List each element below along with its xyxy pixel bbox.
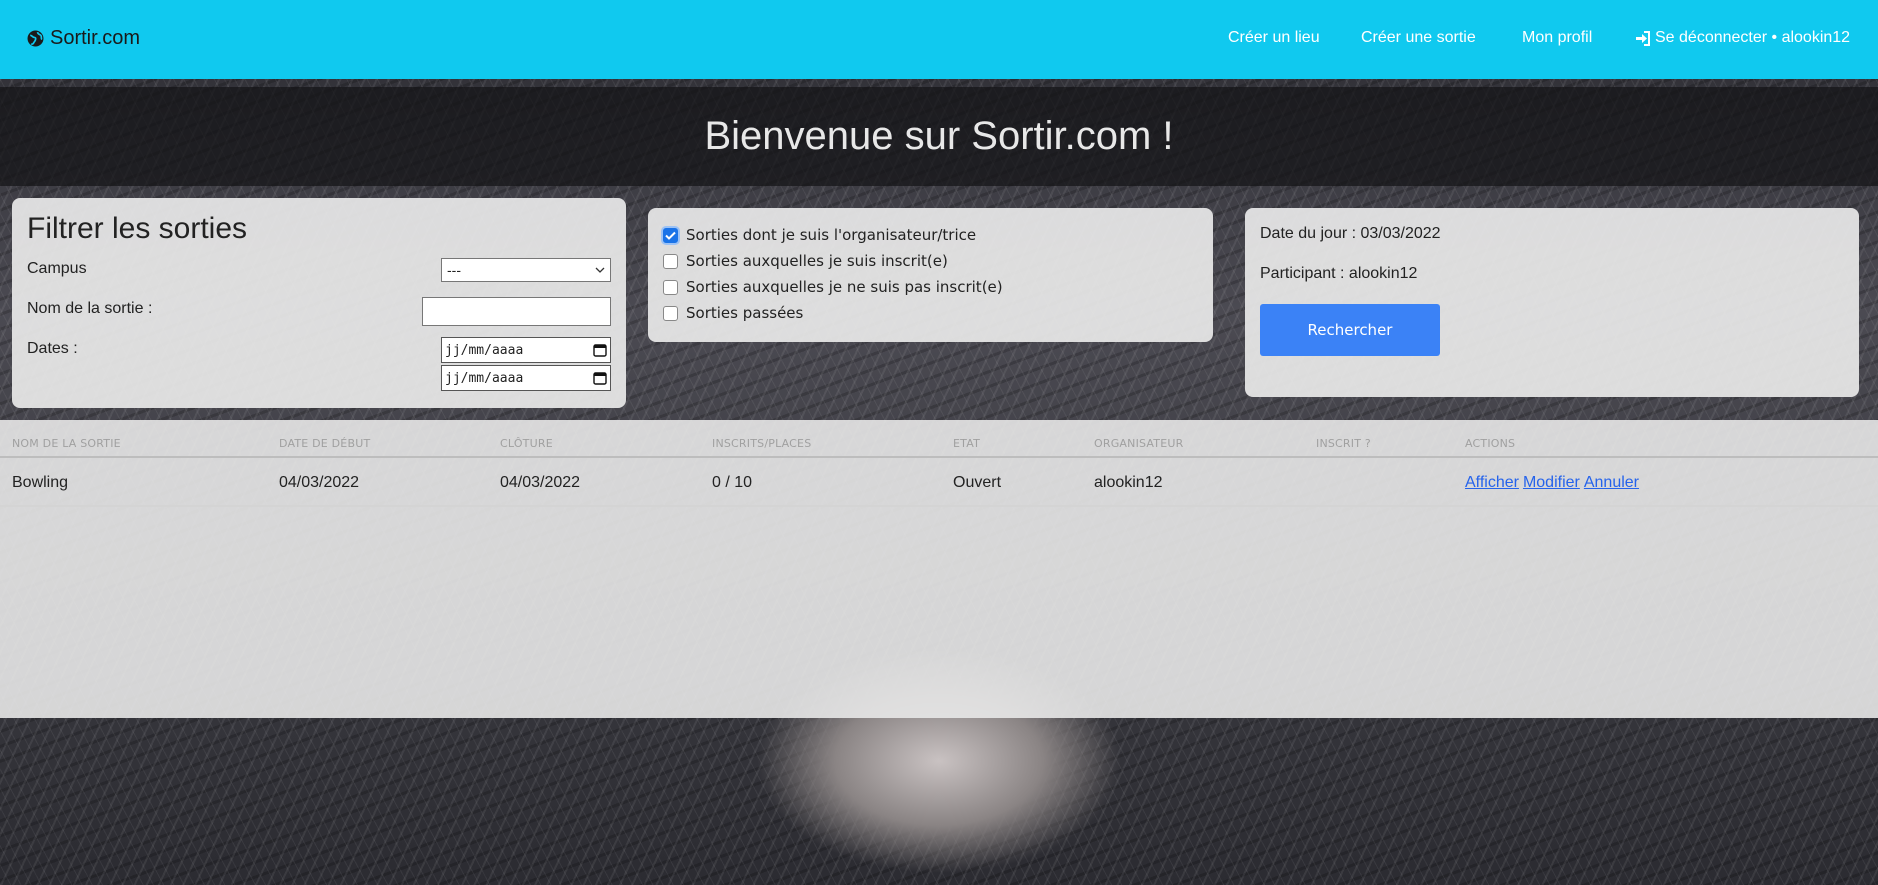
check-registered-label: Sorties auxquelles je suis inscrit(e)	[686, 252, 948, 270]
date-from-placeholder: jj/mm/aaaa	[445, 342, 524, 358]
participant-name: Participant : alookin12	[1260, 265, 1418, 282]
top-navbar: Sortir.com Créer un lieu Créer une sorti…	[0, 0, 1878, 79]
nav-logout[interactable]: Se déconnecter • alookin12	[1635, 29, 1850, 47]
col-actions: Actions	[1465, 437, 1516, 450]
logout-label: Se déconnecter • alookin12	[1655, 29, 1851, 46]
sign-in-icon	[1635, 30, 1651, 46]
check-not-registered-label: Sorties auxquelles je ne suis pas inscri…	[686, 278, 1003, 296]
col-state: Etat	[953, 437, 981, 450]
campus-label: Campus	[27, 260, 87, 277]
campus-select[interactable]: ---	[441, 258, 611, 282]
nav-create-place[interactable]: Créer un lieu	[1228, 29, 1320, 47]
outing-name-input[interactable]	[422, 297, 611, 326]
cell-state: Ouvert	[953, 474, 1002, 491]
nav-my-profile[interactable]: Mon profil	[1522, 29, 1592, 47]
brand-label: Sortir.com	[50, 27, 141, 49]
cell-name: Bowling	[12, 474, 69, 491]
search-button[interactable]: Rechercher	[1260, 304, 1440, 356]
check-past-label: Sorties passées	[686, 304, 804, 322]
checkbox[interactable]	[663, 253, 678, 269]
cell-closing: 04/03/2022	[500, 474, 581, 491]
campus-select-value: ---	[447, 262, 461, 278]
table-header: Nom de la sortie Date de début Clôture I…	[0, 420, 1878, 458]
outing-name-label: Nom de la sortie :	[27, 300, 153, 317]
dates-label: Dates :	[27, 340, 78, 357]
col-name: Nom de la sortie	[12, 437, 121, 450]
filter-title: Filtrer les sorties	[27, 212, 248, 245]
check-past[interactable]: Sorties passées	[663, 304, 803, 322]
nav-create-outing[interactable]: Créer une sortie	[1361, 29, 1476, 47]
current-date: Date du jour : 03/03/2022	[1260, 225, 1441, 242]
table-row: Bowling 04/03/2022 04/03/2022 0 / 10 Ouv…	[0, 460, 1878, 507]
outings-table: Nom de la sortie Date de début Clôture I…	[0, 420, 1878, 718]
col-places: Inscrits/places	[712, 437, 812, 450]
check-organizer-label: Sorties dont je suis l'organisateur/tric…	[686, 226, 977, 244]
checkbox[interactable]	[663, 305, 678, 321]
check-not-registered[interactable]: Sorties auxquelles je ne suis pas inscri…	[663, 278, 1003, 296]
brand-link[interactable]: Sortir.com	[27, 27, 140, 50]
cell-start-date: 04/03/2022	[279, 474, 360, 491]
col-organizer: Organisateur	[1094, 437, 1184, 450]
date-from-input[interactable]: jj/mm/aaaa	[441, 337, 611, 363]
calendar-icon[interactable]	[593, 371, 607, 385]
action-edit-link[interactable]: Modifier	[1523, 474, 1580, 491]
checkbox[interactable]	[663, 279, 678, 295]
cell-organizer: alookin12	[1094, 474, 1163, 491]
globe-icon	[27, 30, 44, 47]
page-title: Bienvenue sur Sortir.com !	[704, 114, 1174, 158]
check-organizer[interactable]: Sorties dont je suis l'organisateur/tric…	[663, 226, 976, 244]
calendar-icon[interactable]	[593, 343, 607, 357]
checkbox-checked[interactable]	[663, 227, 678, 243]
action-show-link[interactable]: Afficher	[1465, 474, 1519, 491]
filter-checkbox-panel: Sorties dont je suis l'organisateur/tric…	[648, 208, 1213, 342]
check-registered[interactable]: Sorties auxquelles je suis inscrit(e)	[663, 252, 948, 270]
chevron-down-icon	[595, 267, 605, 273]
date-to-placeholder: jj/mm/aaaa	[445, 370, 524, 386]
col-registered: Inscrit ?	[1316, 437, 1371, 450]
welcome-banner: Bienvenue sur Sortir.com !	[0, 87, 1878, 186]
date-to-input[interactable]: jj/mm/aaaa	[441, 365, 611, 391]
col-closing: Clôture	[500, 437, 553, 450]
filter-panel: Filtrer les sorties Campus --- Nom de la…	[12, 198, 626, 408]
cell-places: 0 / 10	[712, 474, 753, 491]
cell-actions: Afficher Modifier Annuler	[1465, 474, 1643, 492]
info-panel: Date du jour : 03/03/2022 Participant : …	[1245, 208, 1859, 397]
action-cancel-link[interactable]: Annuler	[1584, 474, 1639, 491]
col-start-date: Date de début	[279, 437, 371, 450]
